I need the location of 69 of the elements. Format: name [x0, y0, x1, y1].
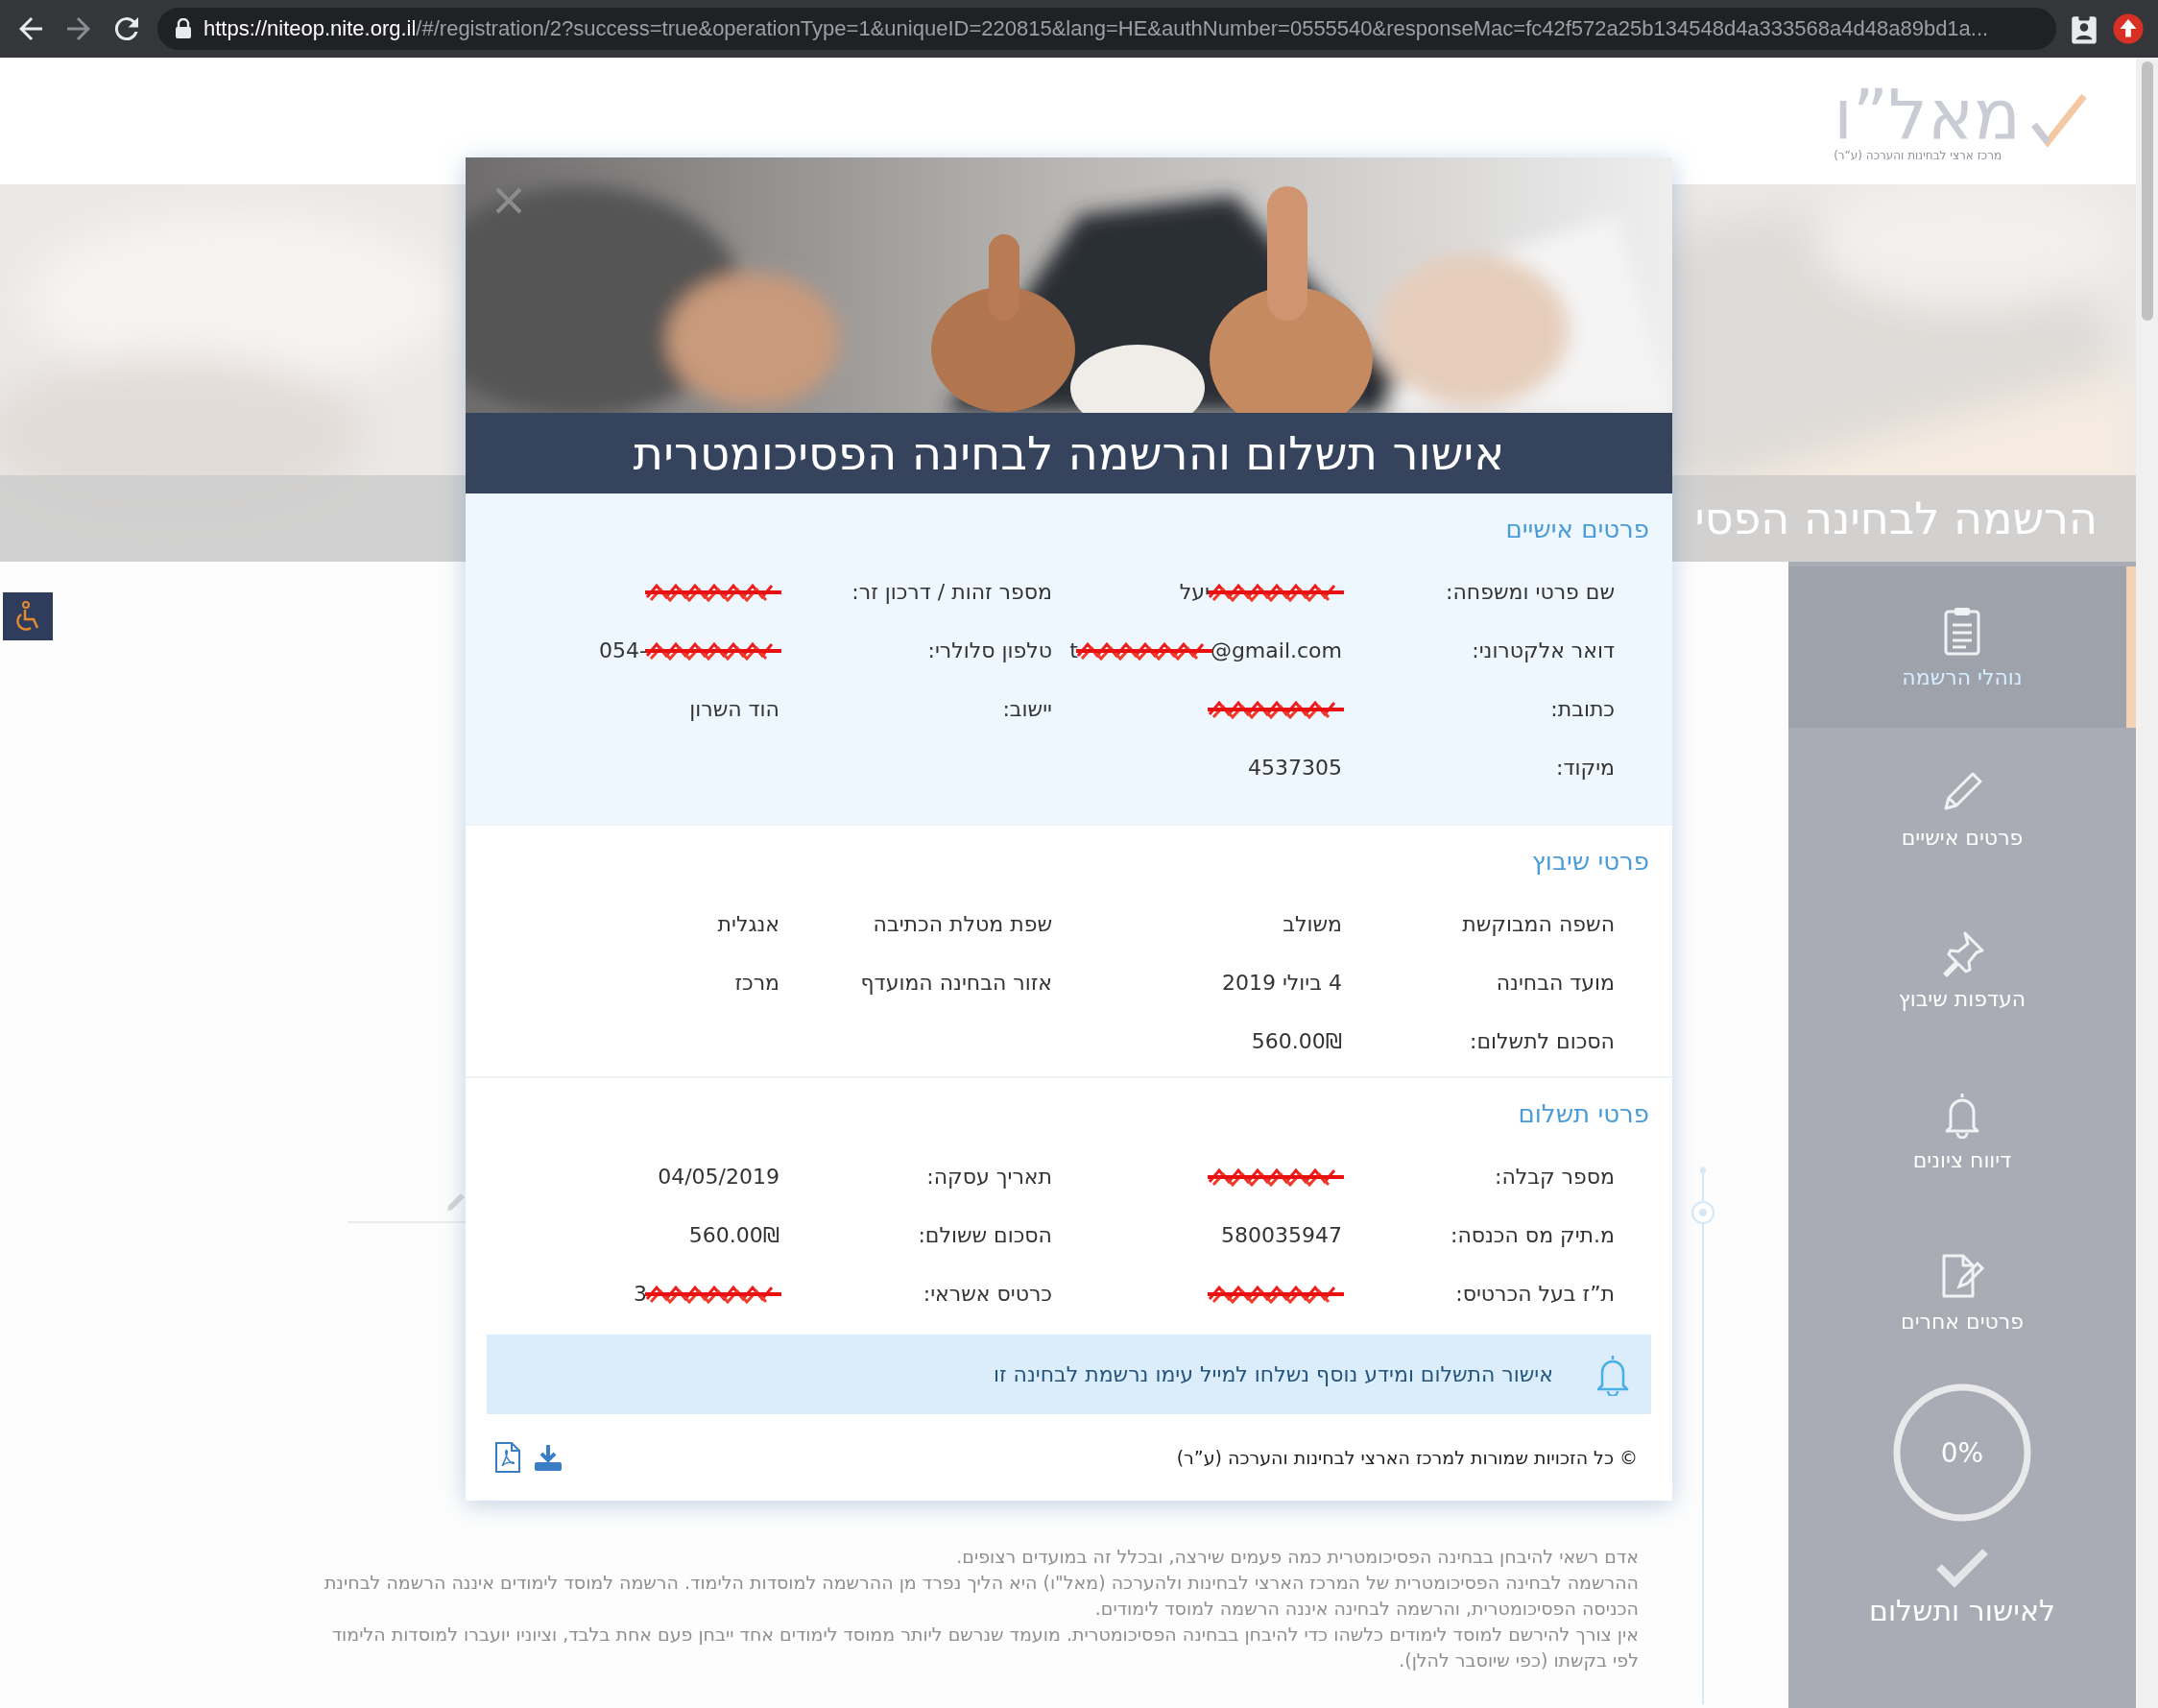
field-label: מספר זהות / דרכון זר: [851, 580, 1052, 604]
field-label: דואר אלקטרוני: [1471, 638, 1615, 662]
field-label: הסכום ששולם: [917, 1223, 1052, 1247]
final-step[interactable]: לאישור ותשלום [1788, 1548, 2136, 1627]
field-label: מ.תיק מס הכנסה: [1450, 1223, 1615, 1247]
field-value: t [1069, 638, 1078, 662]
scrollbar[interactable] [2136, 58, 2158, 1708]
field-value: 4 ביולי 2019 [1221, 971, 1342, 995]
copyright-text: © כל הזכויות שמורות למרכז הארצי לבחינות והערכה (ע”ר) [1176, 1447, 1638, 1468]
field-label: ת”ז בעל הכרטיס: [1454, 1282, 1615, 1306]
field-label: מספר קבלה: [1494, 1165, 1615, 1189]
download-icon[interactable] [533, 1443, 563, 1472]
field-value: הוד השרון [689, 697, 779, 721]
notice-text: אישור התשלום ומידע נוסף נשלחו למייל עימו נרשמת לבחינה זו [993, 1362, 1553, 1386]
field-value: 054- [599, 638, 647, 662]
section-title: פרטי שיבוץ [1530, 847, 1649, 876]
field-label: תאריך עסקה: [925, 1165, 1052, 1189]
field-value: @gmail.com [1210, 638, 1342, 662]
step-label: העדפות שיבוץ [1898, 986, 2026, 1011]
checkmark-logo-icon [2030, 92, 2088, 150]
field-label: כרטיס אשראי: [922, 1282, 1052, 1306]
logo-subtitle: מרכז ארצי לבחינות והערכה (ע”ר) [1834, 149, 2002, 162]
field-label: מועד הבחינה [1495, 971, 1615, 995]
field-value: משולב [1283, 912, 1342, 936]
progress-label: 0% [1940, 1436, 1984, 1469]
field-label: טלפון סלולרי: [926, 638, 1052, 662]
field-label: אזור הבחינה המועדף [859, 971, 1052, 995]
field-label: יישוב: [1001, 697, 1052, 721]
field-label: כתובת: [1549, 697, 1615, 721]
pencil-icon [444, 1191, 468, 1214]
note-line: ההרשמה לבחינה הפסיכומטרית של המרכז הארצי לבחינות ולהערכה (מאל"ו) היא הליך נפרד מן ההרשמה למוסדות הלימוד. הרשמה למוסד לימודים איננה הרשמה לבחינת [323, 1571, 1639, 1595]
section-title: פרטי תשלום [1517, 1099, 1649, 1128]
field-value: 3 [634, 1282, 647, 1306]
lock-icon [175, 18, 192, 39]
field-value: 4537305 [1248, 756, 1342, 780]
step-label: נוהלי הרשמה [1902, 664, 2023, 689]
pdf-file-icon[interactable] [494, 1441, 521, 1474]
step-label: דיווח ציונים [1912, 1147, 2012, 1172]
field-value: יעל [1179, 580, 1210, 604]
step-item[interactable]: דיווח ציונים [1788, 1050, 2136, 1212]
field-label: שפת מטלת הכתיבה [872, 912, 1052, 936]
step-item[interactable]: נוהלי הרשמה [1788, 566, 2136, 728]
field-value: מרכז [734, 971, 779, 995]
step-label: פרטים אישיים [1901, 825, 2024, 850]
address-bar[interactable]: https://niteop.nite.org.il/#/registration/2?success=true&operationType=1&uniqueID=220815&lang=HE&authNumber=0555540&responseMac=fc42f572a25b134548d4a333568a4d48a89bd1a... [157, 8, 2056, 50]
modal-title: אישור תשלום והרשמה לבחינה הפסיכומטרית [466, 413, 1672, 493]
field-value: 560.00₪ [1251, 1029, 1342, 1053]
field-value: אנגלית [717, 912, 779, 936]
url-text: https://niteop.nite.org.il/#/registration/2?success=true&operationType=1&uniqueID=220815&lang=HE&authNumber=0555540&responseMac=fc42f572a25b134548d4a333568a4d48a89bd1a... [204, 16, 1989, 41]
field-label: מיקוד: [1555, 756, 1615, 780]
bell-icon [1595, 1353, 1630, 1396]
step-item[interactable]: פרטים אחרים [1788, 1212, 2136, 1373]
step-item[interactable]: העדפות שיבוץ [1788, 889, 2136, 1050]
field-label: השפה המבוקשת [1461, 912, 1615, 936]
note-line: לפי בקשתו (כפי שיוסבר להלן). [1398, 1648, 1639, 1672]
accessibility-button[interactable] [3, 592, 53, 640]
extension-icon[interactable] [2112, 12, 2145, 45]
step-label: פרטים אחרים [1901, 1309, 2024, 1334]
field-label: שם פרטי ומשפחה: [1445, 580, 1615, 604]
field-value: 580035947 [1221, 1223, 1342, 1247]
step-item[interactable]: פרטים אישיים [1788, 728, 2136, 889]
checkmark-icon [1935, 1548, 1989, 1588]
section-title: פרטים אישיים [1504, 515, 1649, 543]
field-value: 560.00₪ [688, 1223, 779, 1247]
note-line: הכניסה הפסיכומטרית, והרשמה לבחינה איננה הרשמה למוסד לימודים. [1093, 1597, 1639, 1621]
note-line: אין צורך להירשם למוסד לימודים כלשהו כדי להיבחן בבחינה הפסיכומטרית. מועמד שנרשם ליותר ממוסד לימודים אחד ייבחן פעם אחת בלבד, וציוניו יועברו למוסדות הלימוד [330, 1623, 1639, 1647]
field-value: 04/05/2019 [658, 1165, 779, 1189]
note-line: אדם רשאי להיבחן בבחינה הפסיכומטרית כמה פעמים שירצה, ובכלל זה במועדים רצופים. [955, 1545, 1639, 1569]
field-label: הסכום לתשלום: [1469, 1029, 1615, 1053]
